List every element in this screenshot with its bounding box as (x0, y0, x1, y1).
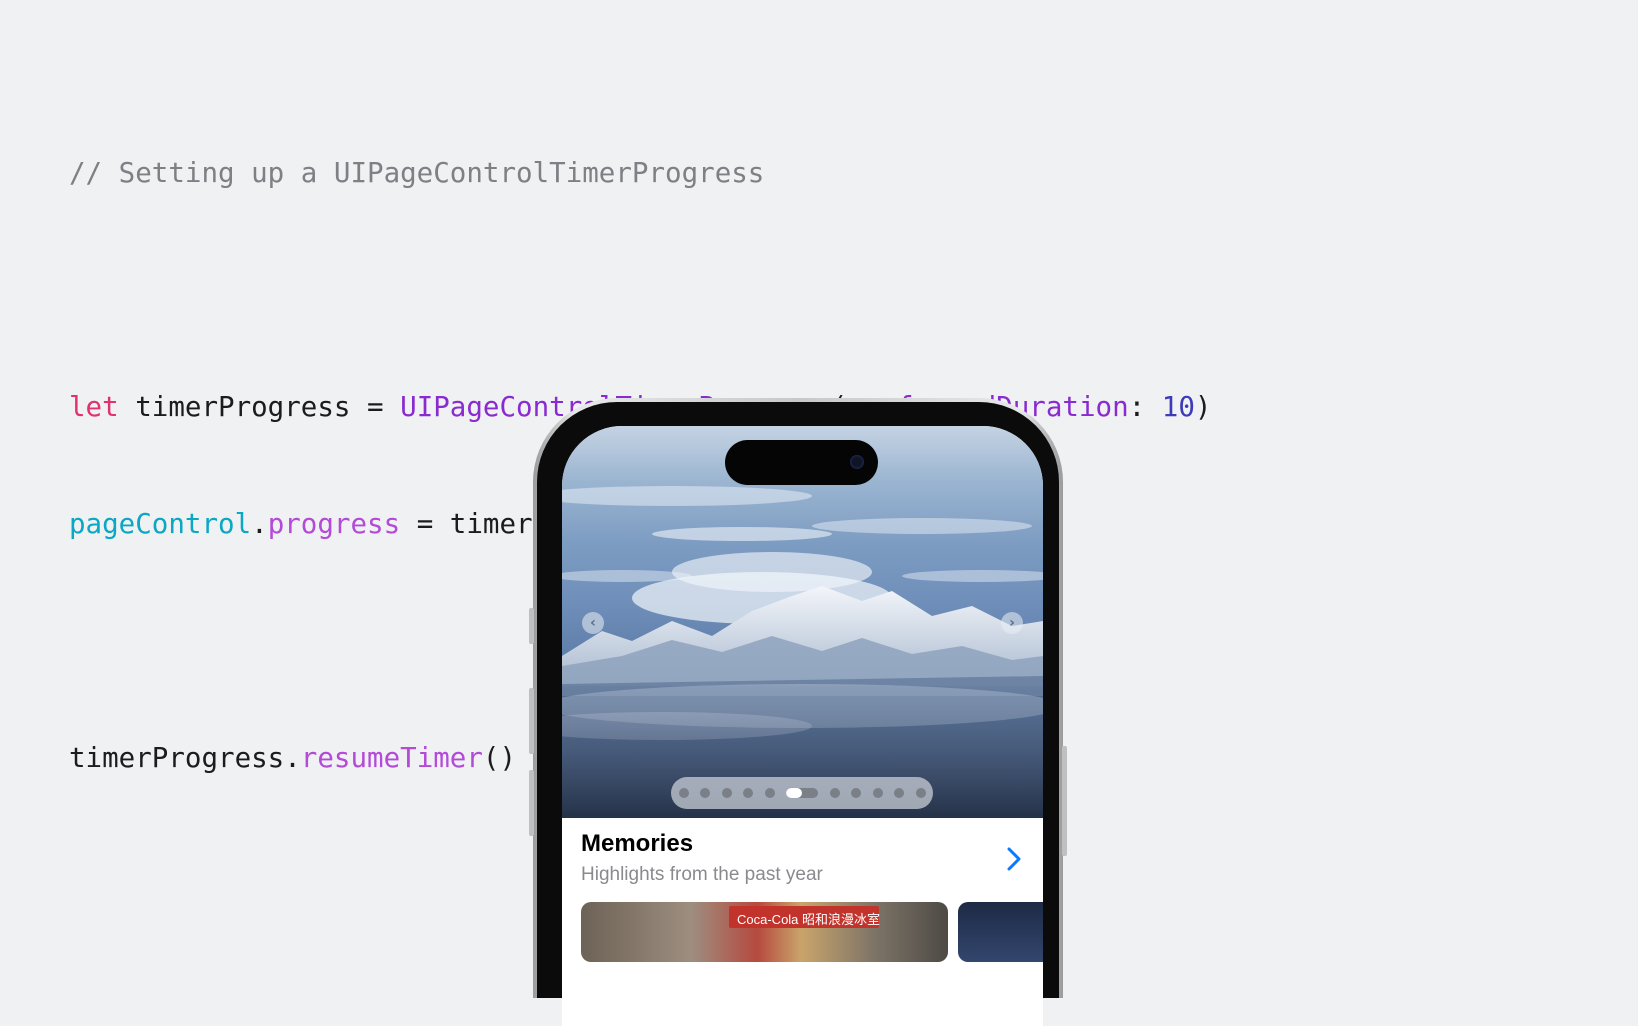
card-title: Memories (581, 830, 694, 857)
code-property: progress (267, 508, 401, 540)
page-dot[interactable] (894, 788, 904, 798)
page-dot[interactable] (721, 788, 732, 798)
code-dot: . (251, 508, 268, 540)
previous-page-button[interactable]: ‹ (582, 612, 604, 634)
chevron-left-icon: ‹ (590, 615, 596, 631)
dynamic-island (725, 440, 878, 485)
code-method: resumeTimer (300, 742, 483, 774)
code-keyword: let (69, 391, 119, 423)
code-call: () (482, 742, 517, 774)
page-dot-active[interactable] (786, 788, 818, 798)
page-dot[interactable] (851, 788, 861, 798)
iphone-frame: ‹ › Memories Highlights from the past ye… (529, 398, 1067, 1026)
storefront-sign: Coca-Cola 昭和浪漫冰室 (729, 906, 881, 928)
code-close-paren: ) (1194, 391, 1212, 423)
page-dot[interactable] (678, 788, 689, 798)
page-dot[interactable] (700, 788, 710, 798)
phone-screen: ‹ › Memories Highlights from the past ye… (562, 426, 1043, 1026)
code-comment-line: // Setting up a UIPageControlTimerProgre… (69, 154, 1211, 193)
code-variable: timerProgress = (118, 391, 401, 423)
chevron-right-icon: › (1009, 615, 1015, 631)
code-colon: : (1128, 391, 1162, 423)
page-indicator-dots (671, 777, 933, 809)
card-subtitle: Highlights from the past year (581, 864, 823, 885)
page-control[interactable] (671, 777, 933, 809)
memory-thumbnail[interactable]: Coca-Cola 昭和浪漫冰室 (581, 902, 948, 962)
page-dot[interactable] (915, 788, 926, 798)
hero-photo[interactable]: ‹ › (562, 426, 1043, 818)
page-dot[interactable] (872, 788, 883, 798)
action-button (529, 608, 534, 644)
chevron-right-icon[interactable] (1002, 844, 1026, 874)
memory-thumbnail[interactable] (958, 902, 1043, 962)
phone-bezel: ‹ › Memories Highlights from the past ye… (537, 402, 1059, 1026)
code-receiver: timerProgress. (69, 742, 301, 774)
page-dot[interactable] (764, 788, 775, 798)
code-comment: // Setting up a UIPageControlTimerProgre… (69, 157, 765, 189)
next-page-button[interactable]: › (1001, 612, 1023, 634)
front-camera (850, 455, 864, 469)
volume-down-button (529, 770, 534, 836)
page-dot[interactable] (743, 788, 753, 798)
sign-text: Coca-Cola 昭和浪漫冰室 (737, 912, 881, 927)
timer-progress-fill (786, 788, 802, 798)
volume-up-button (529, 688, 534, 754)
code-object: pageControl (69, 508, 252, 540)
side-button (1062, 746, 1067, 856)
page-dot[interactable] (829, 788, 840, 798)
code-number: 10 (1161, 391, 1195, 423)
memories-card[interactable]: Memories Highlights from the past year C… (562, 818, 1043, 1026)
